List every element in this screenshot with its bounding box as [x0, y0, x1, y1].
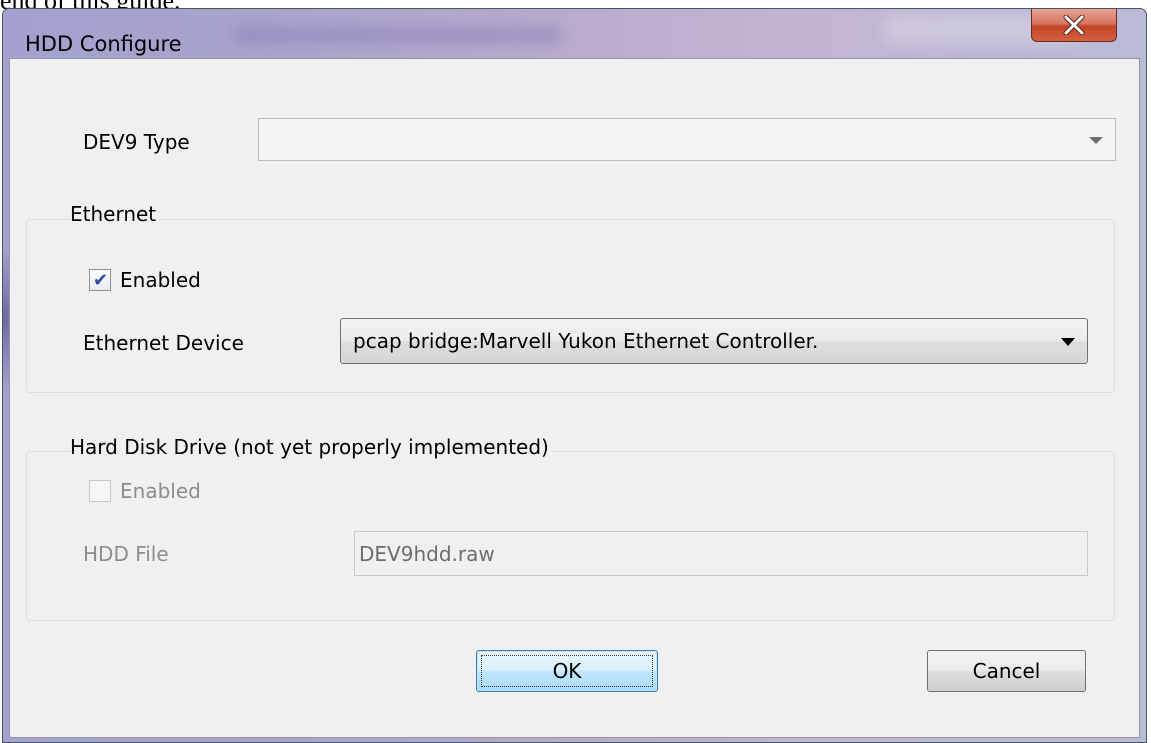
dev9-type-label: DEV9 Type: [83, 130, 190, 154]
checkmark-icon: ✔: [93, 270, 109, 291]
hdd-file-label: HDD File: [83, 542, 169, 566]
hdd-file-input[interactable]: DEV9hdd.raw: [354, 531, 1088, 576]
ethernet-enabled-label: Enabled: [120, 268, 201, 292]
hdd-file-value: DEV9hdd.raw: [359, 542, 495, 566]
ethernet-device-value: pcap bridge:Marvell Yukon Ethernet Contr…: [353, 329, 819, 353]
hdd-configure-dialog: HDD Configure DEV9 Type Ethernet ✔ Enabl…: [2, 8, 1147, 743]
ethernet-device-select[interactable]: pcap bridge:Marvell Yukon Ethernet Contr…: [340, 318, 1088, 364]
ethernet-enabled-checkbox[interactable]: ✔: [89, 269, 111, 291]
dev9-type-select[interactable]: [258, 118, 1116, 161]
ethernet-group: [26, 219, 1115, 393]
hdd-group-title: Hard Disk Drive (not yet properly implem…: [70, 435, 552, 459]
cancel-button-label: Cancel: [972, 659, 1041, 683]
hdd-enabled-checkbox[interactable]: [89, 480, 111, 502]
window-title: HDD Configure: [25, 32, 182, 56]
dropdown-arrow-icon: [1089, 136, 1103, 144]
dropdown-arrow-icon: [1061, 338, 1075, 346]
ethernet-device-label: Ethernet Device: [83, 331, 244, 355]
close-button[interactable]: [1031, 9, 1117, 42]
ethernet-group-title: Ethernet: [70, 202, 160, 226]
cancel-button[interactable]: Cancel: [927, 650, 1086, 692]
ok-button[interactable]: OK: [476, 650, 658, 692]
dialog-client-area: DEV9 Type Ethernet ✔ Enabled Ethernet De…: [9, 58, 1140, 738]
close-icon: [1063, 15, 1085, 35]
hdd-enabled-label: Enabled: [120, 479, 201, 503]
